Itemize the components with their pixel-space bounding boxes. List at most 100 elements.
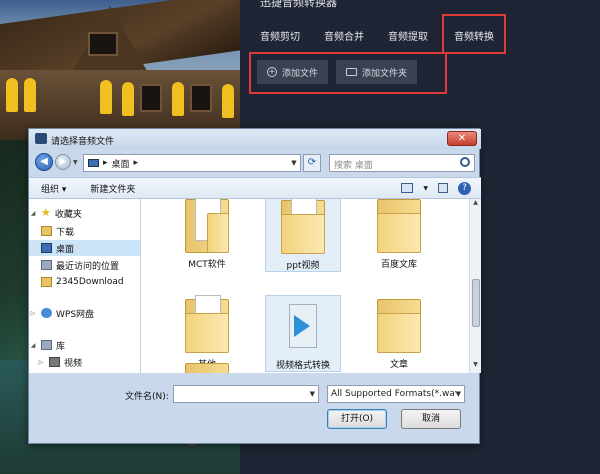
nav-item-downloads[interactable]: 下载 bbox=[29, 223, 140, 239]
list-item[interactable]: 文章 bbox=[361, 295, 437, 370]
list-item[interactable] bbox=[169, 359, 245, 373]
folder-icon bbox=[41, 277, 52, 287]
address-bar[interactable]: ▸ 桌面 ▸ ▼ bbox=[83, 154, 301, 172]
list-item[interactable]: ppt视频 bbox=[265, 199, 341, 272]
expand-icon[interactable]: ▷ bbox=[37, 359, 45, 366]
scroll-down-icon[interactable]: ▼ bbox=[470, 361, 481, 373]
file-name: 视频格式转换 bbox=[275, 361, 330, 371]
file-type-value: All Supported Formats(*.wav bbox=[331, 389, 461, 399]
cloud-icon bbox=[41, 308, 52, 318]
nav-item-2345download[interactable]: 2345Download bbox=[29, 274, 140, 290]
add-folder-button[interactable]: 添加文件夹 bbox=[336, 60, 418, 84]
chevron-down-icon[interactable]: ▼ bbox=[310, 390, 315, 398]
address-path: 桌面 bbox=[111, 159, 130, 170]
tab-audio-convert[interactable]: 音频转换 bbox=[442, 14, 506, 54]
file-name: MCT软件 bbox=[188, 260, 226, 270]
folder-icon bbox=[281, 199, 325, 254]
folder-icon bbox=[377, 295, 421, 353]
nav-label: 桌面 bbox=[56, 244, 75, 255]
desktop-icon bbox=[41, 243, 52, 253]
nav-label: 收藏夹 bbox=[54, 209, 82, 220]
navigation-pane: ◢ ★ 收藏夹 下载 桌面 最近访问的位置 2345Download ▷ WPS… bbox=[29, 199, 141, 373]
open-button[interactable]: 打开(O) bbox=[327, 409, 387, 429]
video-file-icon bbox=[281, 296, 325, 354]
preview-pane-icon[interactable] bbox=[438, 183, 448, 193]
nav-item-desktop[interactable]: 桌面 bbox=[29, 240, 140, 256]
app-icon bbox=[35, 133, 47, 144]
open-file-dialog: 请选择音频文件 ✕ ◀ ▶ ▼ ▸ 桌面 ▸ ▼ ⟳ 搜索 桌面 组织 ▾ 新建… bbox=[28, 128, 481, 445]
star-icon: ★ bbox=[41, 206, 51, 219]
list-item[interactable]: 百度文库 bbox=[361, 199, 437, 270]
forward-button[interactable]: ▶ bbox=[55, 154, 71, 170]
nav-item-videos[interactable]: ▷ 视频 bbox=[29, 354, 140, 370]
nav-label: 视频 bbox=[64, 358, 83, 369]
nav-item-libraries[interactable]: ◢ 库 bbox=[29, 337, 140, 353]
chevron-right-icon: ▸ bbox=[133, 158, 139, 168]
nav-label: 库 bbox=[56, 341, 66, 352]
app-title: 迅捷音频转换器 bbox=[260, 0, 337, 9]
tab-audio-cut[interactable]: 音频剪切 bbox=[250, 14, 310, 54]
close-button[interactable]: ✕ bbox=[447, 131, 477, 146]
file-name: ppt视频 bbox=[286, 261, 320, 271]
list-item[interactable]: 视频格式转换 bbox=[265, 295, 341, 372]
nav-label: WPS网盘 bbox=[56, 309, 95, 320]
scroll-up-icon[interactable]: ▲ bbox=[470, 199, 481, 211]
help-icon[interactable]: ? bbox=[458, 181, 471, 195]
chevron-right-icon: ▸ bbox=[103, 158, 108, 168]
add-file-button[interactable]: + 添加文件 bbox=[257, 60, 329, 84]
expand-icon[interactable]: ▷ bbox=[29, 310, 37, 317]
list-item[interactable]: MCT软件 bbox=[169, 199, 245, 270]
view-options-icon[interactable] bbox=[401, 183, 414, 193]
chevron-down-icon[interactable]: ▼ bbox=[455, 390, 461, 398]
filename-label: 文件名(N): bbox=[125, 392, 169, 402]
scrollbar-thumb[interactable] bbox=[472, 279, 480, 327]
new-folder-button[interactable]: 新建文件夹 bbox=[78, 182, 147, 195]
file-name: 百度文库 bbox=[380, 260, 417, 270]
nav-item-wps-cloud[interactable]: ▷ WPS网盘 bbox=[29, 305, 140, 321]
folder-icon bbox=[346, 68, 358, 76]
vertical-scrollbar[interactable]: ▲ ▼ bbox=[469, 199, 481, 373]
folder-icon bbox=[185, 359, 229, 373]
refresh-button[interactable]: ⟳ bbox=[303, 154, 321, 172]
folder-icon bbox=[185, 295, 229, 353]
file-name: 文章 bbox=[389, 360, 408, 370]
dialog-footer: 文件名(N): ▼ All Supported Formats(*.wav ▼ … bbox=[29, 375, 481, 445]
address-row: ◀ ▶ ▼ ▸ 桌面 ▸ ▼ ⟳ 搜索 桌面 bbox=[29, 151, 481, 175]
chevron-down-icon[interactable]: ▼ bbox=[288, 159, 300, 167]
nav-label: 2345Download bbox=[56, 277, 124, 287]
search-input[interactable]: 搜索 桌面 bbox=[329, 154, 475, 172]
file-toolbar: + 添加文件 添加文件夹 bbox=[249, 52, 447, 94]
folder-icon bbox=[185, 199, 229, 253]
expand-icon[interactable]: ◢ bbox=[29, 210, 37, 217]
tab-audio-merge[interactable]: 音频合并 bbox=[314, 14, 374, 54]
add-file-label: 添加文件 bbox=[282, 68, 319, 79]
folder-icon bbox=[41, 226, 52, 236]
back-button[interactable]: ◀ bbox=[35, 153, 53, 171]
dialog-title: 请选择音频文件 bbox=[51, 137, 115, 147]
file-type-select[interactable]: All Supported Formats(*.wav ▼ bbox=[327, 385, 465, 403]
folder-icon bbox=[377, 199, 421, 253]
video-library-icon bbox=[49, 357, 60, 367]
organize-menu[interactable]: 组织 ▾ bbox=[29, 182, 78, 195]
dialog-title-bar: 请选择音频文件 ✕ bbox=[29, 129, 481, 149]
plus-icon: + bbox=[267, 67, 277, 77]
nav-label: 下载 bbox=[56, 227, 75, 238]
tab-audio-extract[interactable]: 音频提取 bbox=[378, 14, 438, 54]
nav-label: 最近访问的位置 bbox=[56, 261, 120, 272]
nav-item-favorites[interactable]: ◢ ★ 收藏夹 bbox=[29, 205, 140, 221]
library-icon bbox=[41, 340, 52, 350]
search-placeholder: 搜索 桌面 bbox=[334, 161, 373, 171]
chevron-down-icon[interactable]: ▼ bbox=[423, 185, 428, 192]
recent-icon bbox=[41, 260, 52, 270]
search-icon bbox=[460, 157, 470, 167]
filename-input[interactable]: ▼ bbox=[173, 385, 319, 403]
cancel-button[interactable]: 取消 bbox=[401, 409, 461, 429]
add-folder-label: 添加文件夹 bbox=[362, 68, 408, 79]
expand-icon[interactable]: ◢ bbox=[29, 342, 37, 349]
tab-bar: 音频剪切 音频合并 音频提取 音频转换 bbox=[240, 14, 600, 54]
desktop-icon bbox=[88, 159, 99, 167]
command-bar: 组织 ▾ 新建文件夹 ▼ ? bbox=[29, 177, 481, 199]
recent-locations-dropdown[interactable]: ▼ bbox=[73, 159, 78, 166]
file-list: MCT软件 ppt视频 百度文库 其他 视频格式转换 bbox=[141, 199, 469, 373]
nav-item-recent[interactable]: 最近访问的位置 bbox=[29, 257, 140, 273]
